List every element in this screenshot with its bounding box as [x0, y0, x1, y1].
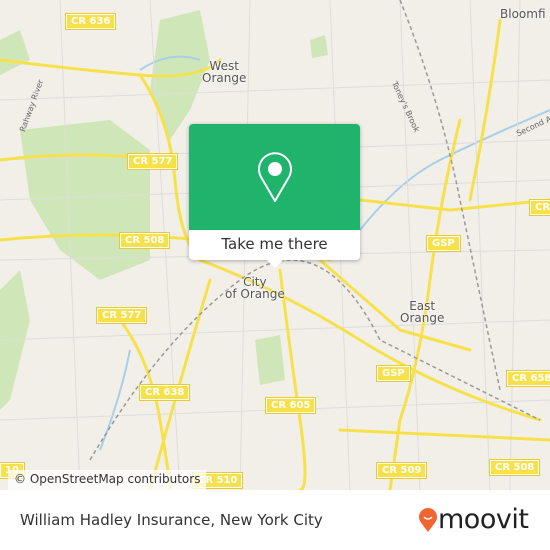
shield-cr638: CR 638: [138, 384, 191, 401]
shield-cr509: CR 509: [375, 462, 428, 479]
place-city-of-orange: City of Orange: [225, 275, 285, 301]
shield-cr605: CR 605: [264, 397, 317, 414]
place-east-orange: East Orange: [400, 299, 445, 325]
moovit-wordmark: moovit: [438, 504, 529, 535]
shield-gsp: GSP: [426, 235, 461, 252]
take-me-there-label: Take me there: [221, 235, 328, 253]
place-west-orange: West Orange: [202, 59, 247, 85]
place-bloomfield: Bloomfi: [500, 7, 546, 21]
shield-cr658: CR 658: [505, 370, 550, 387]
popup-header: [189, 124, 360, 230]
map-attribution[interactable]: © OpenStreetMap contributors: [8, 470, 207, 490]
shield-cr577: CR 577: [126, 153, 179, 170]
shield-cr508: CR 508: [488, 459, 541, 476]
moovit-logo[interactable]: moovit: [418, 504, 529, 535]
shield-cr577: CR 577: [95, 307, 148, 324]
shield-cr508: CR 508: [528, 199, 550, 216]
shield-cr636: CR 636: [64, 13, 117, 30]
take-me-there-button[interactable]: Take me there: [189, 124, 360, 268]
location-title: William Hadley Insurance, New York City: [20, 511, 323, 529]
map-pin-icon: [257, 152, 292, 202]
moovit-pin-icon: [419, 507, 437, 532]
shield-cr508: CR 508: [118, 232, 171, 249]
shield-gsp: GSP: [376, 365, 411, 382]
